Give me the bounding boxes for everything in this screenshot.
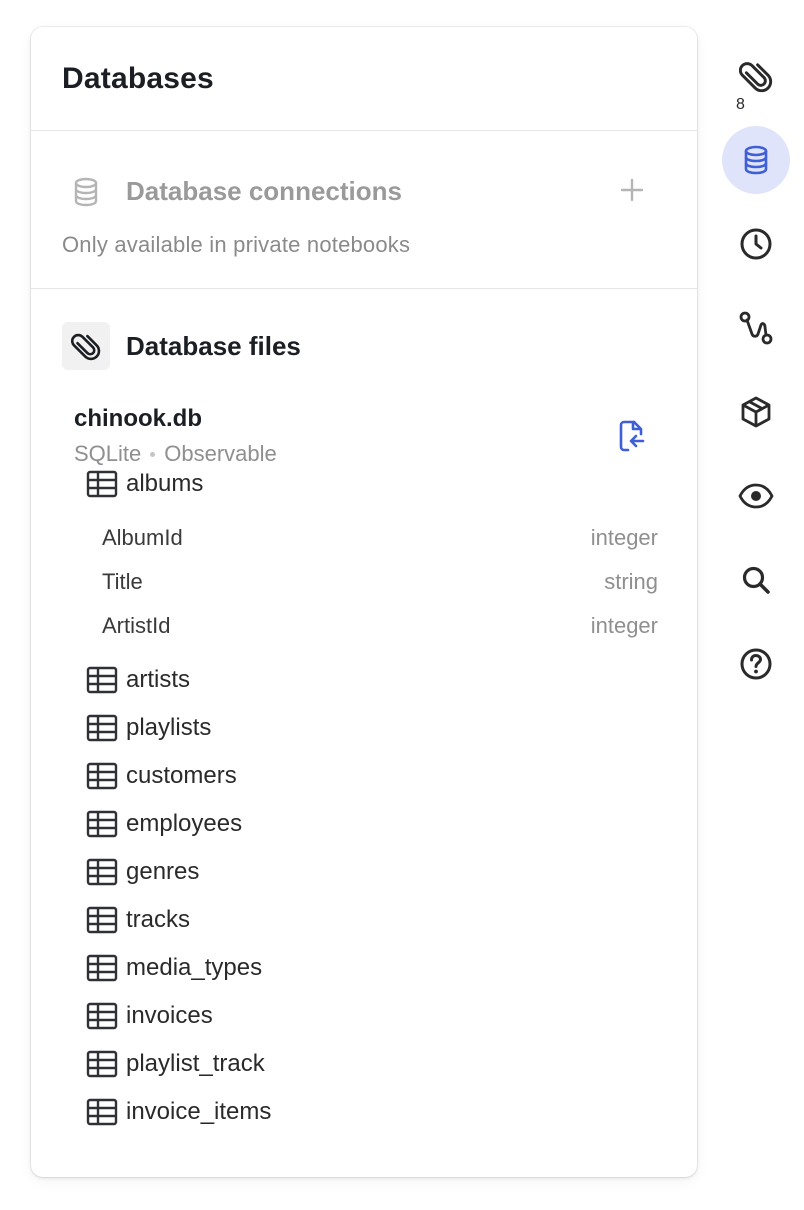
table-item-invoices[interactable]: invoices <box>86 999 213 1033</box>
column-row[interactable]: Title string <box>102 567 658 597</box>
search-icon <box>742 566 770 594</box>
database-meta: SQLite Observable <box>74 441 277 467</box>
rail-attachments-button[interactable]: 8 <box>722 42 790 113</box>
database-type: SQLite <box>74 441 142 466</box>
table-item-genres[interactable]: genres <box>86 855 199 889</box>
help-icon <box>740 648 772 680</box>
table-name: employees <box>126 810 243 837</box>
column-row[interactable]: ArtistId integer <box>102 611 658 641</box>
table-item-artists[interactable]: artists <box>86 663 190 697</box>
database-icon <box>74 177 98 207</box>
paperclip-icon <box>739 62 773 93</box>
panel-header: Databases <box>31 27 697 131</box>
database-source: Observable <box>164 441 277 466</box>
table-icon <box>86 1002 118 1030</box>
database-connections-title: Database connections <box>126 176 402 206</box>
database-connections-section: Database connections Only available in p… <box>31 131 697 289</box>
column-type: integer <box>590 525 658 550</box>
column-type: string <box>604 569 658 594</box>
database-files-title: Database files <box>126 331 301 361</box>
rail-help-button[interactable] <box>722 630 790 698</box>
table-name: tracks <box>126 906 191 933</box>
table-icon <box>86 762 118 790</box>
table-item-employees[interactable]: employees <box>86 807 242 841</box>
table-item-playlists[interactable]: playlists <box>86 711 211 745</box>
table-item-playlist_track[interactable]: playlist_track <box>86 1047 265 1081</box>
eye-icon <box>738 483 774 509</box>
table-icon <box>86 1050 118 1078</box>
rail-preview-button[interactable] <box>722 462 790 530</box>
table-item-albums[interactable]: albums <box>86 467 203 501</box>
column-name: Title <box>102 569 143 594</box>
file-import-icon[interactable] <box>617 419 647 453</box>
separator-dot <box>150 451 156 457</box>
git-route-icon <box>739 311 773 345</box>
rail-git-route-button[interactable] <box>722 294 790 362</box>
table-item-tracks[interactable]: tracks <box>86 903 190 937</box>
table-item-invoice_items[interactable]: invoice_items <box>86 1095 271 1129</box>
databases-panel: Databases Database connections Only avai… <box>31 27 697 1177</box>
database-name[interactable]: chinook.db <box>74 405 202 433</box>
table-icon <box>86 714 118 742</box>
table-icon <box>86 1098 118 1126</box>
package-icon <box>741 396 771 428</box>
table-item-customers[interactable]: customers <box>86 759 237 793</box>
column-name: ArtistId <box>102 613 171 638</box>
table-item-media_types[interactable]: media_types <box>86 951 262 985</box>
history-icon <box>740 228 772 260</box>
table-icon <box>86 470 118 498</box>
database-files-icon-wrap <box>62 322 110 370</box>
table-name: genres <box>126 858 200 885</box>
column-type: integer <box>590 613 658 638</box>
table-name: artists <box>126 666 191 693</box>
table-icon <box>86 954 118 982</box>
rail-packages-button[interactable] <box>722 378 790 446</box>
rail-databases-button[interactable] <box>722 126 790 194</box>
column-name: AlbumId <box>102 525 183 550</box>
table-name: playlist_track <box>126 1050 265 1077</box>
table-icon <box>86 666 118 694</box>
panel-title: Databases <box>62 61 214 95</box>
table-name: playlists <box>126 714 212 741</box>
paperclip-icon <box>71 333 101 361</box>
private-notebooks-note: Only available in private notebooks <box>62 232 411 257</box>
table-icon <box>86 858 118 886</box>
table-name: albums <box>126 470 204 497</box>
column-row[interactable]: AlbumId integer <box>102 523 658 553</box>
rail-history-button[interactable] <box>722 210 790 278</box>
add-connection-plus-icon[interactable] <box>619 177 645 203</box>
table-name: invoice_items <box>126 1098 272 1125</box>
rail-search-button[interactable] <box>722 546 790 614</box>
table-name: customers <box>126 762 237 789</box>
table-icon <box>86 906 118 934</box>
attachments-count-badge: 8 <box>736 96 745 113</box>
table-icon <box>86 810 118 838</box>
table-name: media_types <box>126 954 263 981</box>
table-name: invoices <box>126 1002 213 1029</box>
database-icon <box>744 145 768 175</box>
